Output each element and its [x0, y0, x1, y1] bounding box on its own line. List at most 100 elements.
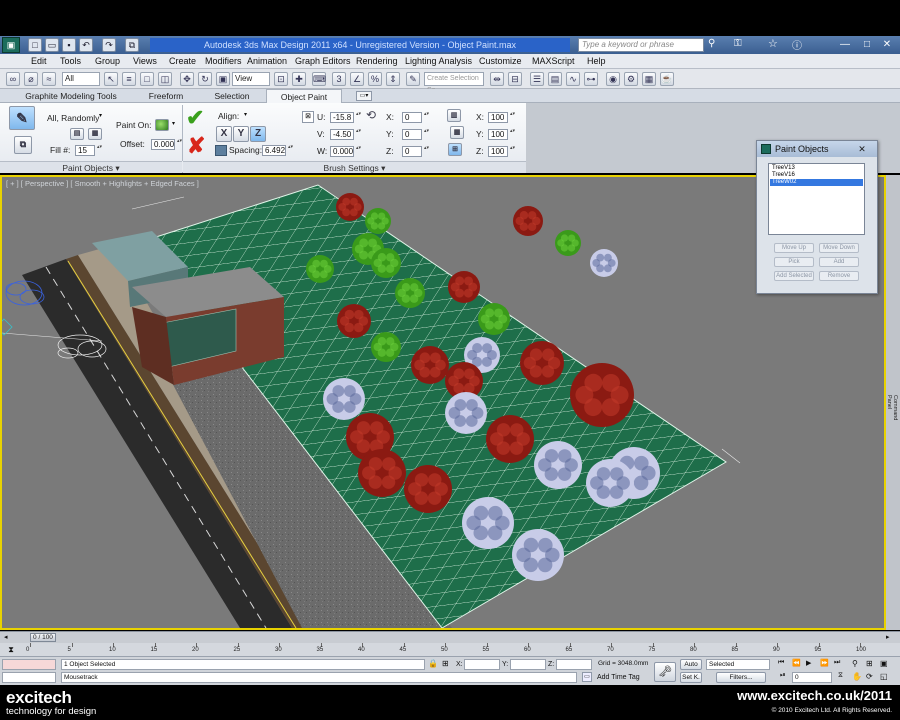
move-down-button[interactable]: Move Down	[819, 243, 859, 253]
commit-icon[interactable]: ✔	[186, 107, 204, 129]
ribbon-toggle-icon[interactable]: ▭▾	[356, 91, 372, 101]
time-prev-icon[interactable]: ◂	[4, 633, 8, 641]
time-slider[interactable]: 0 / 100 ◂ ▸	[0, 631, 900, 643]
zoom-icon[interactable]: ⚲	[852, 659, 858, 668]
pan-icon[interactable]: ✋	[852, 672, 862, 681]
axis-x-button[interactable]: X	[216, 126, 232, 142]
scale-y-spinner[interactable]: 100	[488, 129, 516, 140]
edit-named-selection-icon[interactable]: ✎	[406, 72, 420, 86]
binoculars-icon[interactable]: ⚲	[708, 38, 715, 49]
maxscript-listener-mini-2[interactable]	[2, 672, 56, 683]
menu-create[interactable]: Create	[169, 55, 196, 68]
scale-random-icon[interactable]: ▦	[450, 126, 464, 139]
track-menu-icon[interactable]: ⧗	[4, 644, 18, 656]
viewport-label[interactable]: [ + ] [ Perspective ] [ Smooth + Highlig…	[6, 179, 199, 188]
render-production-icon[interactable]: ☕	[660, 72, 674, 86]
remove-button[interactable]: Remove	[819, 271, 859, 281]
percent-snap-icon[interactable]: %	[368, 72, 382, 86]
goto-end-icon[interactable]: ⏭	[834, 659, 840, 667]
spacing-icon[interactable]	[215, 145, 227, 156]
keyboard-shortcut-icon[interactable]: ⌨	[312, 72, 326, 86]
goto-start-icon[interactable]: ⏮	[778, 659, 784, 667]
time-slider-thumb[interactable]: 0 / 100	[30, 633, 56, 642]
time-config-icon[interactable]: ⧖	[838, 672, 843, 680]
menu-tools[interactable]: Tools	[60, 55, 81, 68]
add-selected-button[interactable]: Add Selected	[774, 271, 814, 281]
window-crossing-icon[interactable]: ◫	[158, 72, 172, 86]
axis-z-button[interactable]: Z	[250, 126, 266, 142]
next-frame-icon[interactable]: ⏩	[820, 659, 829, 667]
paint-objects-panel-footer[interactable]: Paint Objects ▾	[0, 161, 182, 173]
absolute-mode-icon[interactable]: ⊞	[442, 659, 449, 668]
menu-help[interactable]: Help	[587, 55, 606, 68]
rotate-icon[interactable]: ↻	[198, 72, 212, 86]
maxscript-listener-mini[interactable]	[2, 659, 56, 670]
render-setup-icon[interactable]: ⚙	[624, 72, 638, 86]
star-icon[interactable]: ☆	[768, 37, 778, 50]
zoom-all-icon[interactable]: ⊞	[866, 659, 873, 668]
w-spinner[interactable]: 0.000	[330, 146, 362, 157]
dialog-close-icon[interactable]: ✕	[853, 143, 871, 155]
rot-z-spinner[interactable]: 0	[402, 146, 430, 157]
add-button[interactable]: Add	[819, 257, 859, 267]
track-bar[interactable]: ⧗ 0 5 10 15 20 25 30 35 40 45 50 55 60 65 70 75 80 85 90 95…	[0, 643, 900, 657]
ref-coord-dropdown[interactable]: View	[232, 72, 270, 86]
material-editor-icon[interactable]: ◉	[606, 72, 620, 86]
z-coord-field[interactable]	[556, 659, 592, 670]
x-coord-field[interactable]	[464, 659, 500, 670]
menu-modifiers[interactable]: Modifiers	[205, 55, 242, 68]
pivot-icon[interactable]: ⊡	[274, 72, 288, 86]
tab-graphite-modeling-tools[interactable]: Graphite Modeling Tools	[18, 89, 124, 103]
key-filters-button[interactable]: Filters...	[716, 672, 766, 683]
selection-filter-dropdown[interactable]: All	[62, 72, 100, 86]
paint-on-dropdown-icon[interactable]: ▾	[172, 120, 175, 127]
menu-group[interactable]: Group	[95, 55, 120, 68]
unlink-icon[interactable]: ⌀	[24, 72, 38, 86]
scale-x-spinner[interactable]: 100	[488, 112, 516, 123]
list-item[interactable]: TreeV13	[770, 165, 863, 172]
undo-icon[interactable]: ↶	[79, 38, 93, 52]
schematic-view-icon[interactable]: ⊶	[584, 72, 598, 86]
select-by-name-icon[interactable]: ≡	[122, 72, 136, 86]
link-icon[interactable]: ∞	[6, 72, 20, 86]
rot-y-spinner[interactable]: 0	[402, 129, 430, 140]
minimize-icon[interactable]: —	[834, 37, 856, 52]
key-icon[interactable]: ⚿	[734, 38, 742, 49]
fill-spinner[interactable]: 15	[75, 145, 103, 156]
rendered-frame-icon[interactable]: ▦	[642, 72, 656, 86]
brush-settings-panel-footer[interactable]: Brush Settings ▾	[183, 161, 526, 173]
tab-freeform[interactable]: Freeform	[140, 89, 192, 103]
key-mode-icon[interactable]: ⏯	[780, 672, 786, 680]
set-key-icon[interactable]: 🗝	[654, 662, 676, 682]
rot-x-spinner[interactable]: 0	[402, 112, 430, 123]
spacing-spinner[interactable]: 6.492	[262, 145, 294, 156]
layer-manager-icon[interactable]: ☰	[530, 72, 544, 86]
mirror-icon[interactable]: ⇹	[490, 72, 504, 86]
play-icon[interactable]: ▶	[806, 659, 811, 667]
app-logo-icon[interactable]: ▣	[2, 37, 20, 53]
move-icon[interactable]: ✥	[180, 72, 194, 86]
cancel-icon[interactable]: ✘	[187, 135, 205, 157]
menu-animation[interactable]: Animation	[247, 55, 287, 68]
auto-key-button[interactable]: Auto	[680, 659, 702, 670]
offset-spinner[interactable]: 0.000	[151, 139, 183, 150]
axis-y-button[interactable]: Y	[233, 126, 249, 142]
set-key-button[interactable]: Set K.	[680, 672, 702, 683]
close-icon[interactable]: ✕	[876, 37, 898, 52]
curve-editor-icon[interactable]: ∿	[566, 72, 580, 86]
graphite-toggle-icon[interactable]: ▤	[548, 72, 562, 86]
tab-object-paint[interactable]: Object Paint	[266, 89, 342, 103]
menu-maxscript[interactable]: MAXScript	[532, 55, 575, 68]
perspective-viewport[interactable]: [ + ] [ Perspective ] [ Smooth + Highlig…	[0, 175, 886, 630]
add-time-tag[interactable]: Add Time Tag	[597, 672, 640, 683]
menu-edit[interactable]: Edit	[31, 55, 47, 68]
move-up-button[interactable]: Move Up	[774, 243, 814, 253]
list-item[interactable]: TreeV16	[770, 172, 863, 179]
prev-frame-icon[interactable]: ⏪	[792, 659, 801, 667]
align-dropdown-icon[interactable]: ▾	[244, 111, 247, 118]
maximize-viewport-icon[interactable]: ◱	[880, 672, 888, 681]
key-filter-dropdown[interactable]: Selected	[706, 659, 770, 670]
pick-list-icon[interactable]: ▤	[70, 128, 84, 140]
new-icon[interactable]: □	[28, 38, 42, 52]
angle-snap-icon[interactable]: ∠	[350, 72, 364, 86]
